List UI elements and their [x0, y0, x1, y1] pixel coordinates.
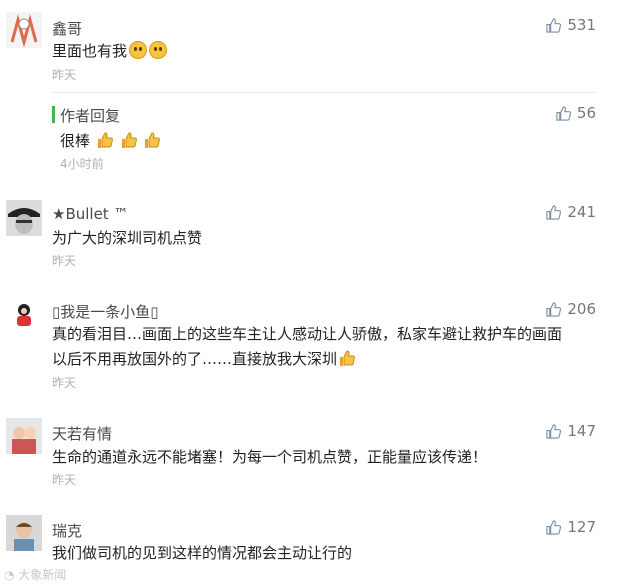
like-count: 56 — [576, 104, 596, 122]
avatar[interactable] — [6, 296, 42, 332]
reply-label: 作者回复 — [60, 107, 121, 125]
timestamp: 昨天 — [52, 254, 77, 268]
watermark-logo-icon: ◔ — [4, 568, 19, 582]
like-count: 127 — [567, 518, 596, 536]
comment-text-content: 里面也有我 — [52, 42, 128, 60]
comment-text: 我们做司机的见到这样的情况都会主动让行的 — [52, 544, 353, 562]
username[interactable]: 鑫哥 — [52, 18, 82, 39]
thumb-up-icon — [546, 519, 562, 535]
comment-text-line-1: 真的看泪目…画面上的这些车主让人感动让人骄傲，私家车避让救护车的画面 — [52, 325, 563, 343]
like-button[interactable]: 206 — [546, 300, 596, 318]
avatar[interactable] — [6, 418, 42, 454]
like-button[interactable]: 531 — [546, 16, 596, 34]
timestamp: 昨天 — [52, 376, 77, 390]
watermark-text: 大象新闻 — [18, 568, 67, 582]
username[interactable]: ▯我是一条小鱼▯ — [52, 301, 159, 322]
thumb-up-icon — [556, 105, 571, 121]
reply-text: 很棒 — [60, 129, 161, 153]
thumb-up-icon — [546, 301, 562, 317]
timestamp: 昨天 — [52, 473, 77, 487]
like-button[interactable]: 147 — [546, 422, 596, 440]
timestamp: 昨天 — [52, 68, 77, 82]
reply-accent-bar — [52, 106, 55, 123]
avatar[interactable] — [6, 515, 42, 551]
timestamp: 4小时前 — [60, 157, 104, 171]
like-count: 531 — [567, 16, 596, 34]
username[interactable]: 天若有情 — [52, 423, 112, 444]
like-count: 241 — [567, 203, 596, 221]
username[interactable]: 瑞克 — [52, 520, 82, 541]
thumbs-up-emoji-icon — [340, 350, 355, 366]
smile-emoji-icon — [149, 41, 168, 59]
thumb-up-icon — [546, 423, 562, 439]
smile-emoji-icon — [129, 41, 148, 59]
reply-text-content: 很棒 — [60, 132, 91, 150]
comment-text: 为广大的深圳司机点赞 — [52, 229, 203, 247]
username[interactable]: ★Bullet ™ — [52, 205, 128, 223]
watermark: ◔ 大象新闻 — [4, 566, 66, 583]
like-button[interactable]: 127 — [546, 518, 596, 536]
thumbs-up-emoji-icon — [145, 132, 161, 148]
reply-divider — [52, 92, 596, 93]
comment-text: 生命的通道永远不能堵塞！为每一个司机点赞，正能量应该传递！ — [52, 448, 488, 466]
like-button[interactable]: 56 — [556, 104, 596, 122]
like-count: 206 — [567, 300, 596, 318]
thumb-up-icon — [546, 17, 562, 33]
thumbs-up-emoji-icon — [121, 132, 137, 148]
like-count: 147 — [567, 422, 596, 440]
thumbs-up-emoji-icon — [97, 132, 113, 148]
comment-text-line-2: 以后不用再放国外的了……直接放我大深圳 — [52, 347, 356, 371]
thumb-up-icon — [546, 204, 562, 220]
comment-text: 里面也有我 — [52, 39, 168, 63]
avatar[interactable] — [6, 12, 42, 48]
avatar[interactable] — [6, 200, 42, 236]
like-button[interactable]: 241 — [546, 203, 596, 221]
comment-text-content: 以后不用再放国外的了……直接放我大深圳 — [52, 350, 338, 368]
